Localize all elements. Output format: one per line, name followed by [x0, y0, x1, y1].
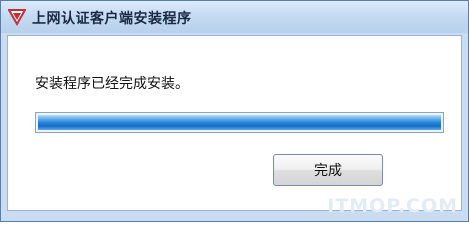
progress-fill [38, 115, 441, 130]
window-title: 上网认证客户端安装程序 [32, 11, 192, 27]
completion-message: 安装程序已经完成安装。 [35, 76, 189, 92]
title-bar[interactable]: 上网认证客户端安装程序 [1, 1, 468, 33]
progress-bar [35, 112, 444, 133]
content-panel: 安装程序已经完成安装。 完成 [7, 35, 462, 211]
watermark-text: ITMOP.COM [327, 195, 458, 217]
v-shield-icon [8, 9, 26, 26]
finish-button[interactable]: 完成 [273, 154, 383, 186]
installer-window: 上网认证客户端安装程序 安装程序已经完成安装。 完成 ITMOP.COM [0, 0, 469, 222]
